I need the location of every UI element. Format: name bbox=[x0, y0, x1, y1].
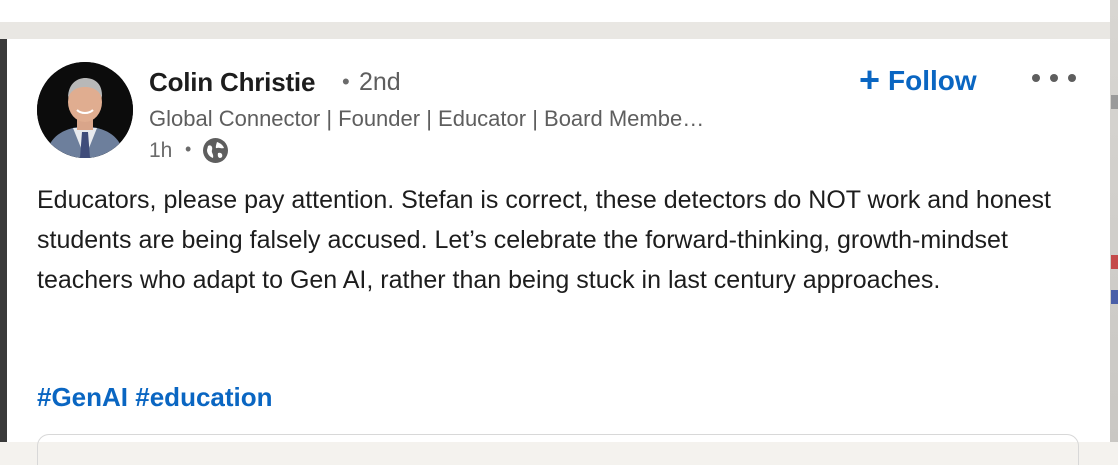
follow-label: Follow bbox=[888, 65, 977, 96]
feed-gap bbox=[0, 22, 1118, 39]
profile-photo-icon bbox=[37, 62, 133, 158]
follow-button[interactable]: + Follow bbox=[859, 61, 977, 101]
post-time: 1h bbox=[149, 139, 173, 162]
hashtag-link[interactable]: #GenAI bbox=[37, 382, 128, 412]
author-headline: Global Connector | Founder | Educator | … bbox=[149, 106, 705, 131]
hashtag-link[interactable]: #education bbox=[135, 382, 272, 412]
name-separator: • bbox=[342, 69, 350, 94]
time-separator: • bbox=[185, 139, 192, 159]
hashtag-list: #GenAI #education bbox=[37, 382, 273, 413]
more-horizontal-icon[interactable] bbox=[1029, 63, 1079, 93]
globe-icon bbox=[203, 138, 228, 163]
previous-card-edge bbox=[0, 0, 1118, 22]
window-left-edge bbox=[0, 39, 7, 442]
embedded-content-edge bbox=[37, 434, 1079, 465]
window-right-edge bbox=[1110, 0, 1118, 442]
author-avatar[interactable] bbox=[37, 62, 133, 158]
plus-icon: + bbox=[859, 58, 881, 100]
post-body: Educators, please pay attention. Stefan … bbox=[37, 186, 1051, 294]
author-name[interactable]: Colin Christie bbox=[149, 67, 315, 98]
post-card: Colin Christie • 2nd Global Connector | … bbox=[7, 39, 1110, 465]
connection-degree: 2nd bbox=[359, 68, 401, 96]
